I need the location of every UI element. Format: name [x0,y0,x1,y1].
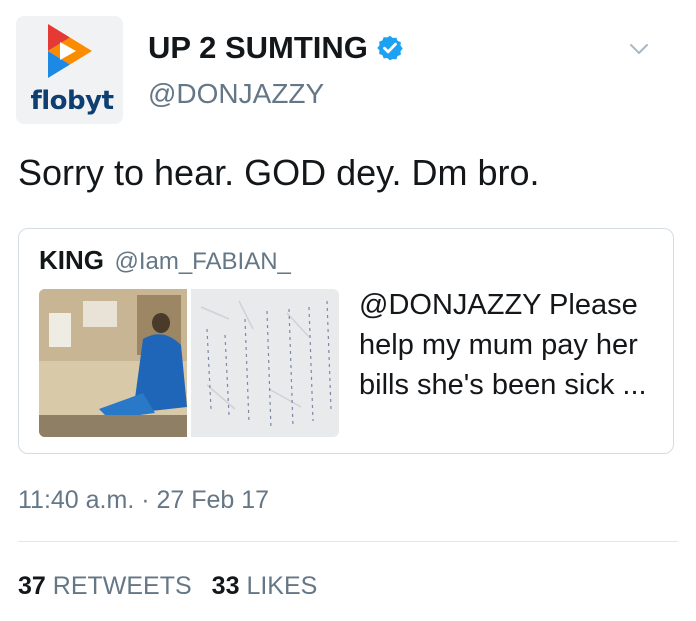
quoted-tweet[interactable]: KING @Iam_FABIAN_ @DONJAZZY Please help … [18,228,674,454]
tweet-stats: 37 RETWEETS 33 LIKES [18,572,317,601]
photo-room-image [39,289,187,437]
author-name[interactable]: UP 2 SUMTING [148,30,368,66]
photo-document-image [191,289,339,437]
divider [18,541,678,542]
retweets-count: 37 [18,572,46,600]
likes-label: LIKES [246,572,318,600]
quoted-author-name: KING [39,245,104,275]
quoted-author-handle: @Iam_FABIAN_ [114,248,291,275]
quoted-media-images [39,289,339,437]
retweets-stat[interactable]: 37 RETWEETS [18,572,192,600]
quoted-tweet-text: @DONJAZZY Please help my mum pay her bil… [359,289,647,401]
verified-badge-icon [377,35,403,61]
author-handle[interactable]: @DONJAZZY [148,78,324,110]
quoted-media[interactable] [39,289,339,437]
likes-stat[interactable]: 33 LIKES [212,572,318,600]
quoted-tweet-header: KING @Iam_FABIAN_ [39,245,291,276]
tweet-text: Sorry to hear. GOD dey. Dm bro. [18,152,540,193]
retweets-label: RETWEETS [52,572,192,600]
avatar-brand-text: flobyt [30,86,114,116]
likes-count: 33 [211,572,240,600]
tweet-timestamp: 11:40 a.m. · 27 Feb 17 [18,486,270,514]
avatar[interactable]: flobyt [16,16,123,124]
flobyt-logo-icon [48,24,92,78]
chevron-down-icon[interactable] [628,38,650,60]
author-name-row: UP 2 SUMTING [148,30,404,66]
